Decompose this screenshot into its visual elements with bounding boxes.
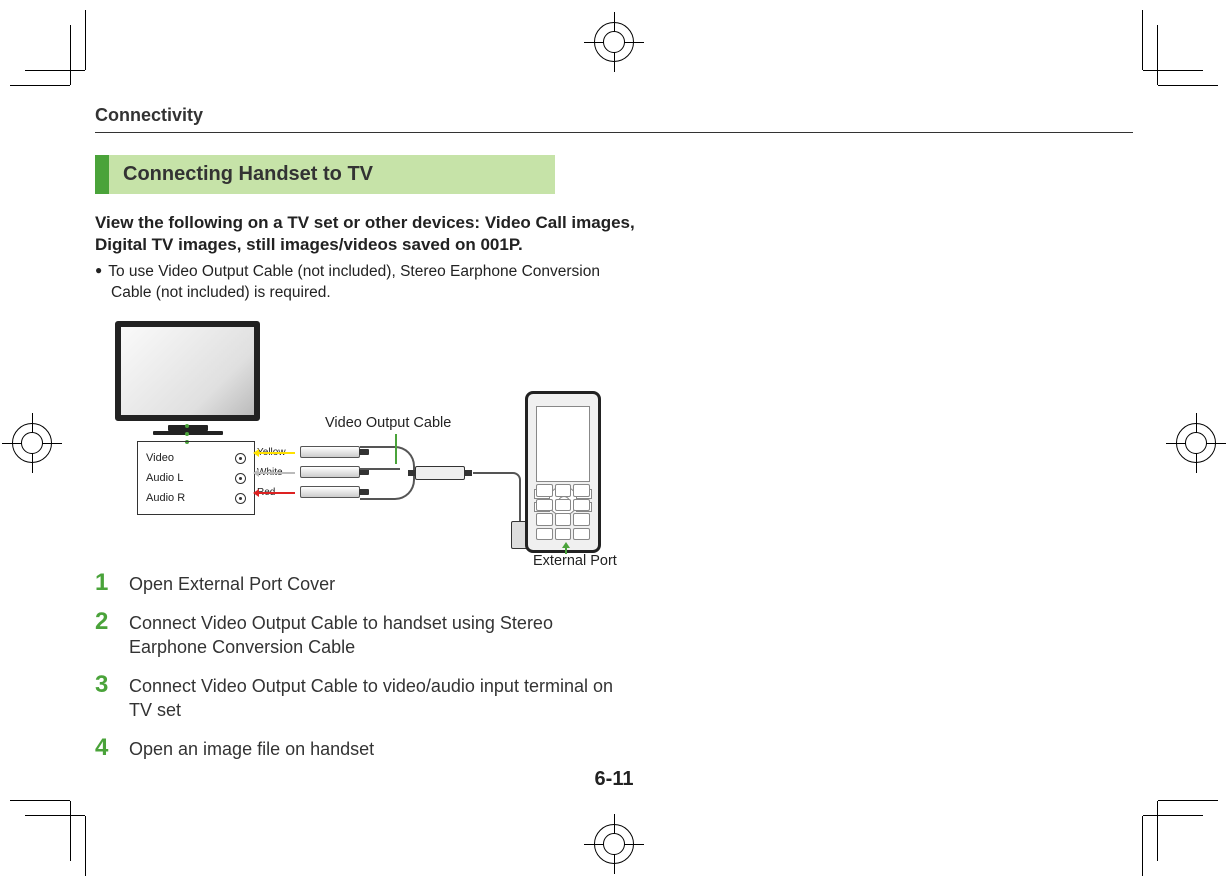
registration-mark-left-icon: [12, 423, 52, 463]
rca-plug-audio-r-icon: [300, 486, 360, 498]
step-3-number: 3: [95, 673, 129, 722]
video-jack-icon: [235, 453, 246, 464]
white-arrow-icon: [255, 472, 295, 474]
page-number: 6-11: [595, 768, 634, 791]
rca-plug-video-icon: [300, 446, 360, 458]
panel-video-label: Video: [146, 452, 174, 464]
video-output-cable-leader-icon: [395, 434, 397, 464]
panel-audio-l-label: Audio L: [146, 472, 183, 484]
red-arrow-icon: [255, 492, 295, 494]
steps-list: 1 Open External Port Cover 2 Connect Vid…: [95, 571, 635, 761]
step-4: 4 Open an image file on handset: [95, 736, 635, 761]
audio-l-jack-icon: [235, 473, 246, 484]
step-1-text: Open External Port Cover: [129, 571, 335, 596]
registration-mark-right-icon: [1176, 423, 1216, 463]
registration-mark-top-icon: [594, 22, 634, 62]
step-4-text: Open an image file on handset: [129, 736, 374, 761]
rca-plug-audio-l-icon: [300, 466, 360, 478]
step-1-number: 1: [95, 571, 129, 596]
tv-icon: [115, 321, 260, 421]
section-accent-bar: [95, 155, 109, 194]
running-header: Connectivity: [95, 105, 1133, 133]
panel-audio-r-label: Audio R: [146, 492, 185, 504]
cable-mid-icon: [360, 468, 400, 470]
step-2: 2 Connect Video Output Cable to handset …: [95, 610, 635, 659]
tv-input-panel: Video Audio L Audio R: [137, 441, 255, 515]
step-4-number: 4: [95, 736, 129, 761]
audio-r-jack-icon: [235, 493, 246, 504]
connection-diagram: Video Audio L Audio R Yellow White Red: [105, 316, 665, 561]
conversion-adapter-icon: [415, 466, 465, 480]
requirement-bullet: To use Video Output Cable (not included)…: [95, 262, 635, 304]
intro-text: View the following on a TV set or other …: [95, 212, 635, 256]
section-title-label: Connecting Handset to TV: [109, 155, 555, 194]
handset-icon: [525, 391, 601, 553]
external-port-callout: External Port: [533, 553, 617, 569]
cable-join-icon: [360, 446, 415, 500]
step-1: 1 Open External Port Cover: [95, 571, 635, 596]
step-3: 3 Connect Video Output Cable to video/au…: [95, 673, 635, 722]
video-output-cable-callout: Video Output Cable: [325, 415, 451, 431]
step-2-text: Connect Video Output Cable to handset us…: [129, 610, 635, 659]
step-2-number: 2: [95, 610, 129, 659]
yellow-arrow-icon: [255, 452, 295, 454]
registration-mark-bottom-icon: [594, 824, 634, 864]
step-3-text: Connect Video Output Cable to video/audi…: [129, 673, 635, 722]
section-title: Connecting Handset to TV: [95, 155, 555, 194]
